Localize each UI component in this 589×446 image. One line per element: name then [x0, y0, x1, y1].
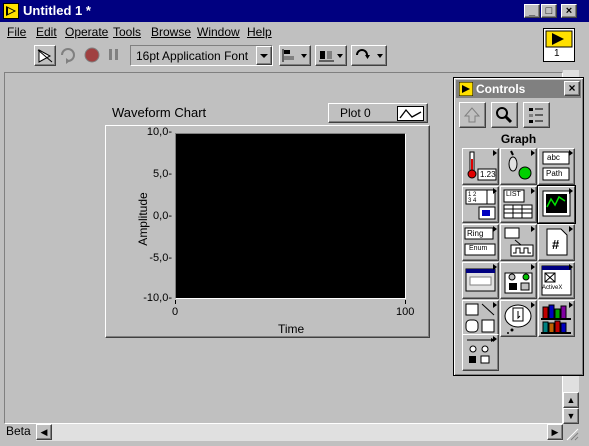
size-grip-icon[interactable] [563, 424, 579, 441]
graph-icon[interactable] [538, 186, 575, 223]
maximize-button[interactable]: □ [541, 4, 557, 18]
minimize-button[interactable]: _ [524, 4, 540, 18]
menu-help[interactable]: Help [247, 25, 272, 39]
window-title: Untitled 1 * [23, 3, 91, 18]
x-tick-label: 0 [172, 306, 179, 318]
scroll-up-button[interactable]: ▲ [563, 392, 579, 408]
menu-browse[interactable]: Browse [151, 25, 191, 39]
horizontal-scrollbar[interactable]: ◀ ▶ [36, 424, 563, 441]
font-select-value: 16pt Application Font [136, 49, 249, 63]
connector-pane-icon[interactable]: 1 [543, 28, 575, 62]
y-tick-label: -5,0- [149, 252, 172, 264]
x-tick-label: 100 [396, 306, 415, 318]
align-objects-icon[interactable] [279, 45, 311, 66]
refnum-icon-label: # [552, 237, 560, 252]
chevron-down-icon[interactable] [256, 46, 272, 65]
select-control-icon[interactable] [500, 300, 537, 337]
io-icon[interactable] [500, 224, 537, 261]
ring-icon-label: Ring [467, 229, 484, 238]
close-button[interactable]: × [561, 4, 577, 18]
activex-icon-label: ActiveX [542, 285, 563, 291]
x-tick-mark [405, 300, 406, 304]
run-arrow-icon[interactable] [34, 45, 56, 66]
run-continuous-icon[interactable] [58, 45, 78, 66]
activex-icon[interactable]: ActiveX [538, 262, 575, 299]
list-table-icon[interactable]: LIST [500, 186, 537, 223]
options-icon[interactable] [523, 102, 550, 128]
scroll-down-button[interactable]: ▼ [563, 408, 579, 424]
toolbar: 16pt Application Font [0, 42, 589, 70]
list-icon-label: LIST [506, 191, 521, 198]
font-select[interactable]: 16pt Application Font [130, 45, 273, 66]
scroll-left-button[interactable]: ◀ [36, 424, 52, 440]
classic-controls-icon[interactable] [500, 262, 537, 299]
x-axis-label[interactable]: Time [278, 322, 304, 336]
plot-line-icon[interactable] [397, 106, 424, 121]
menu-operate[interactable]: Operate [65, 25, 108, 39]
y-tick-label: -10,0- [143, 292, 172, 304]
x-tick-mark [175, 300, 176, 304]
menu-window[interactable]: Window [197, 25, 240, 39]
connector-pane-number: 1 [554, 48, 560, 59]
array-cluster-icon[interactable]: 1 23 4 [462, 186, 499, 223]
path-icon-label: Path [546, 169, 563, 178]
menu-bar: File Edit Operate Tools Browse Window He… [0, 22, 589, 42]
palette-title: Controls [476, 82, 526, 96]
abort-icon[interactable] [82, 45, 102, 66]
search-icon[interactable] [491, 102, 518, 128]
string-icon-label: abc [547, 153, 560, 162]
y-tick-label: 10,0- [146, 126, 172, 138]
user-controls-icon[interactable] [538, 300, 575, 337]
status-text: Beta [6, 424, 31, 438]
title-bar[interactable]: Untitled 1 * _ □ × [0, 0, 589, 22]
labview-app-icon[interactable] [3, 3, 19, 19]
boolean-icon[interactable] [500, 148, 537, 185]
status-label: Beta [4, 424, 36, 441]
menu-file[interactable]: File [7, 25, 26, 39]
dialog-controls-icon[interactable] [462, 262, 499, 299]
palette-close-button[interactable]: × [564, 81, 580, 96]
string-path-icon[interactable]: abc Path [538, 148, 575, 185]
plot-area[interactable] [175, 133, 406, 299]
controls-palette[interactable]: Controls × Graph 1.23 abc Path 1 23 4 LI… [453, 77, 584, 376]
svg-text:3 4: 3 4 [468, 198, 477, 204]
refnum-icon[interactable]: # [538, 224, 575, 261]
express-icon[interactable] [462, 334, 499, 371]
menu-tools[interactable]: Tools [113, 25, 141, 39]
ring-enum-icon[interactable]: Ring Enum [462, 224, 499, 261]
y-tick-label: 5,0- [153, 168, 172, 180]
palette-heading: Graph [500, 132, 537, 146]
plot-legend[interactable]: Plot 0 [328, 103, 428, 123]
legend-label: Plot 0 [340, 106, 371, 120]
scroll-right-button[interactable]: ▶ [547, 424, 563, 440]
chart-title[interactable]: Waveform Chart [112, 105, 206, 120]
numeric-icon-label: 1.23 [480, 170, 496, 179]
reorder-icon[interactable] [351, 45, 387, 66]
palette-title-bar[interactable]: Controls × [456, 80, 581, 98]
numeric-icon[interactable]: 1.23 [462, 148, 499, 185]
distribute-objects-icon[interactable] [315, 45, 347, 66]
enum-icon-label: Enum [469, 245, 488, 252]
decorations-icon[interactable] [462, 300, 499, 337]
up-arrow-icon[interactable] [459, 102, 486, 128]
y-tick-label: 0,0- [153, 210, 172, 222]
menu-edit[interactable]: Edit [36, 25, 57, 39]
pause-icon[interactable] [104, 45, 124, 66]
